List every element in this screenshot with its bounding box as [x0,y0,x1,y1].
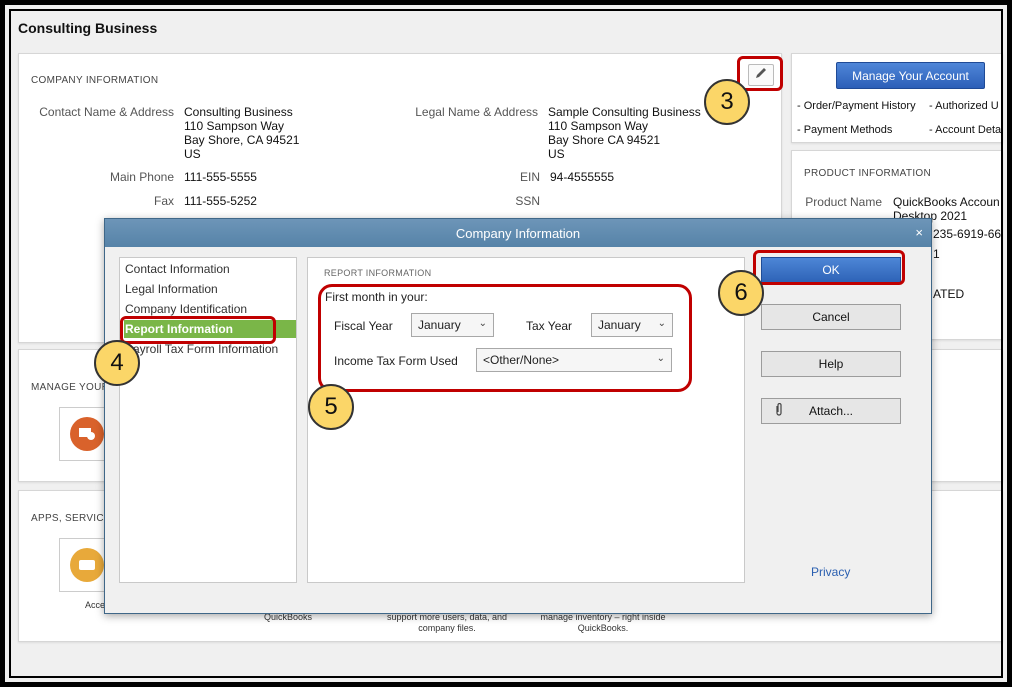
highlight-report-fields [318,284,692,392]
ein-label: EIN [519,170,540,184]
payment-methods-link[interactable]: - Payment Methods [797,124,892,136]
card-reader-icon [70,548,104,582]
product-info-heading: PRODUCT INFORMATION [804,168,931,179]
attach-button[interactable]: Attach... [761,398,901,424]
legal-address: Sample Consulting Business 110 Sampson W… [548,105,701,161]
apps-desc-2: support more users, data, and company fi… [386,612,508,633]
page-title: Consulting Business [18,20,158,36]
apps-desc-3: manage inventory – right inside QuickBoo… [540,612,666,633]
company-info-heading: COMPANY INFORMATION [31,75,159,86]
account-details-link[interactable]: - Account Deta [929,124,1001,136]
service-profile-icon [70,417,104,451]
cancel-button[interactable]: Cancel [761,304,901,330]
main-phone-value: 111-555-5555 [184,170,257,184]
report-info-heading: REPORT INFORMATION [324,268,432,278]
product-name-label: Product Name [805,195,882,209]
product-fragment: 1 [933,247,940,261]
highlight-ok-button [753,250,905,285]
highlight-report-information [120,316,276,344]
callout-badge-3: 3 [704,79,750,125]
ein-value: 94-4555555 [550,170,615,184]
dialog-title-bar[interactable]: Company Information [105,219,931,247]
contact-name-label: Contact Name & Address [39,105,174,119]
apps-section-heading: APPS, SERVICE [31,513,111,524]
fax-value: 111-555-5252 [184,194,257,208]
nav-item-contact-information[interactable]: Contact Information [125,262,230,276]
privacy-link[interactable]: Privacy [811,565,850,579]
help-button[interactable]: Help [761,351,901,377]
manage-section-heading: MANAGE YOUR [31,382,110,393]
close-icon[interactable]: × [915,225,923,240]
legal-name-label: Legal Name & Address [415,105,538,119]
license-number-fragment: 235-6919-66 [933,227,1002,241]
callout-badge-4: 4 [94,340,140,386]
dialog-title: Company Information [455,225,581,241]
registration-status-fragment: ATED [933,287,965,301]
callout-badge-6: 6 [718,270,764,316]
paperclip-icon [774,402,784,420]
nav-item-payroll-tax-form[interactable]: Payroll Tax Form Information [125,342,278,356]
manage-account-button[interactable]: Manage Your Account [836,62,985,89]
authorized-users-link[interactable]: - Authorized U [929,100,999,112]
nav-item-company-identification[interactable]: Company Identification [125,302,247,316]
nav-item-legal-information[interactable]: Legal Information [125,282,218,296]
contact-address: Consulting Business 110 Sampson Way Bay … [184,105,300,161]
fax-label: Fax [153,194,174,208]
dialog-nav-list: Contact Information Legal Information Co… [119,257,297,583]
callout-badge-5: 5 [308,384,354,430]
ssn-label: SSN [515,194,540,208]
order-history-link[interactable]: - Order/Payment History [797,100,916,112]
main-phone-label: Main Phone [109,170,174,184]
